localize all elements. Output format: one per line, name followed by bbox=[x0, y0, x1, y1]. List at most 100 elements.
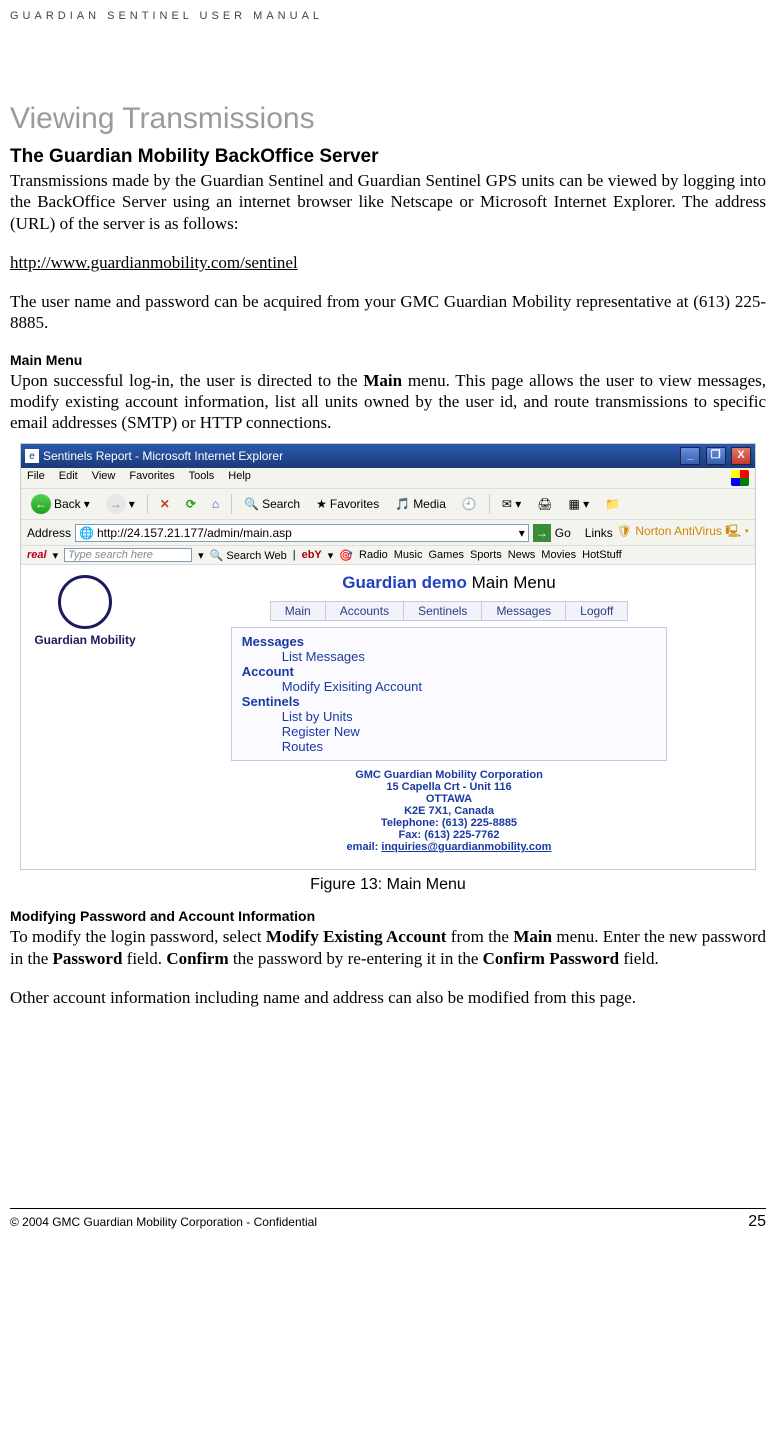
close-button[interactable]: X bbox=[731, 447, 751, 465]
tab-bar: Main Accounts Sentinels Messages Logoff bbox=[270, 601, 629, 621]
toolbar-link[interactable]: ebY bbox=[302, 549, 322, 561]
print-button[interactable]: 🖨 bbox=[533, 496, 556, 512]
menu-favorites[interactable]: Favorites bbox=[129, 470, 174, 486]
text: field. bbox=[122, 949, 166, 968]
forward-button[interactable]: → ▾ bbox=[102, 493, 139, 515]
menu-view[interactable]: View bbox=[92, 470, 116, 486]
search-button[interactable]: 🔍 Search bbox=[240, 496, 304, 512]
links-label[interactable]: Links bbox=[585, 526, 613, 540]
spacer bbox=[10, 234, 766, 252]
forward-arrow-icon: → bbox=[106, 494, 126, 514]
real-search-input[interactable]: Type search here bbox=[64, 548, 192, 562]
back-label: Back bbox=[54, 497, 81, 511]
bold-text: Confirm Password bbox=[483, 949, 619, 968]
norton-text: Norton AntiVirus bbox=[635, 524, 722, 538]
chevron-down-icon[interactable]: ▾ bbox=[53, 549, 59, 562]
tab-sentinels[interactable]: Sentinels bbox=[404, 602, 482, 620]
address-input[interactable]: 🌐 http://24.157.21.177/admin/main.asp ▾ bbox=[75, 524, 529, 542]
chevron-down-icon[interactable]: ▾ bbox=[198, 549, 204, 562]
window-title: Sentinels Report - Microsoft Internet Ex… bbox=[43, 449, 283, 463]
menu-item-register-new[interactable]: Register New bbox=[282, 724, 656, 739]
menu-edit[interactable]: Edit bbox=[59, 470, 78, 486]
media-button[interactable]: 🎵 Media bbox=[391, 496, 450, 512]
chevron-down-icon: ▾ bbox=[84, 497, 90, 511]
real-logo: real bbox=[27, 549, 47, 561]
address-value: http://24.157.21.177/admin/main.asp bbox=[97, 526, 292, 540]
guardian-logo-icon bbox=[58, 575, 112, 629]
footer-email-link[interactable]: inquiries@guardianmobility.com bbox=[381, 841, 551, 853]
tab-accounts[interactable]: Accounts bbox=[326, 602, 404, 620]
paragraph: http://www.guardianmobility.com/sentinel bbox=[10, 252, 766, 273]
ie-icon: e bbox=[25, 449, 39, 463]
document-page: GUARDIAN SENTINEL USER MANUAL Viewing Tr… bbox=[0, 0, 776, 1455]
toolbar-link[interactable]: Sports bbox=[470, 549, 502, 561]
toolbar-link[interactable]: Movies bbox=[541, 549, 576, 561]
backoffice-url-link[interactable]: http://www.guardianmobility.com/sentinel bbox=[10, 253, 298, 272]
menu-category: Messages bbox=[242, 634, 656, 649]
footer-line: Fax: (613) 225-7762 bbox=[153, 829, 745, 841]
folder-button[interactable]: 📁 bbox=[601, 496, 624, 512]
menu-file[interactable]: File bbox=[27, 470, 45, 486]
favorites-button[interactable]: ★ Favorites bbox=[312, 496, 383, 512]
toolbar-link[interactable]: HotStuff bbox=[582, 549, 622, 561]
page-icon: 🌐 bbox=[79, 526, 94, 540]
edit-button[interactable]: ▦ ▾ bbox=[564, 496, 593, 512]
stop-button[interactable]: ✕ bbox=[156, 496, 174, 512]
go-button[interactable]: → bbox=[533, 524, 551, 542]
company-footer: GMC Guardian Mobility Corporation 15 Cap… bbox=[153, 761, 745, 861]
real-search-web-label: Search Web bbox=[226, 550, 286, 562]
home-button[interactable]: ⌂ bbox=[208, 496, 223, 512]
norton-label: 🛡 Norton AntiVirus 🖳 ▾ bbox=[617, 522, 749, 543]
toolbar-button[interactable]: 🎯 bbox=[339, 549, 353, 562]
toolbar-link[interactable]: News bbox=[508, 549, 536, 561]
menu-category: Sentinels bbox=[242, 694, 656, 709]
menu-item-routes[interactable]: Routes bbox=[282, 739, 656, 754]
real-toolbar: real ▾ Type search here ▾ 🔍 Search Web |… bbox=[21, 546, 755, 565]
address-bar: Address 🌐 http://24.157.21.177/admin/mai… bbox=[21, 520, 755, 546]
text: the password by re-entering it in the bbox=[229, 949, 483, 968]
separator bbox=[147, 494, 148, 514]
spacer bbox=[10, 969, 766, 987]
page-heading: Guardian demo Main Menu bbox=[153, 573, 745, 593]
separator bbox=[489, 494, 490, 514]
text: To modify the login password, select bbox=[10, 927, 266, 946]
tab-messages[interactable]: Messages bbox=[482, 602, 566, 620]
history-button[interactable]: 🕘 bbox=[458, 496, 481, 512]
tab-main[interactable]: Main bbox=[271, 602, 326, 620]
section-heading-backoffice: The Guardian Mobility BackOffice Server bbox=[10, 146, 766, 168]
footer-line: Telephone: (613) 225-8885 bbox=[153, 817, 745, 829]
paragraph: To modify the login password, select Mod… bbox=[10, 926, 766, 969]
minimize-button[interactable]: _ bbox=[680, 447, 700, 465]
media-label: Media bbox=[413, 497, 446, 511]
toolbar-link[interactable]: Music bbox=[394, 549, 423, 561]
subsection-heading-modify: Modifying Password and Account Informati… bbox=[10, 908, 766, 924]
paragraph: The user name and password can be acquir… bbox=[10, 291, 766, 334]
menu-item-list-units[interactable]: List by Units bbox=[282, 709, 656, 724]
page-heading-demo: Guardian demo bbox=[342, 573, 467, 592]
real-search-web[interactable]: 🔍 Search Web bbox=[210, 549, 287, 562]
refresh-button[interactable]: ⟳ bbox=[182, 496, 200, 512]
footer-line: K2E 7X1, Canada bbox=[153, 805, 745, 817]
text: from the bbox=[446, 927, 513, 946]
figure-caption: Figure 13: Main Menu bbox=[10, 876, 766, 894]
menu-item-list-messages[interactable]: List Messages bbox=[282, 649, 656, 664]
chevron-down-icon[interactable]: ▾ bbox=[519, 526, 525, 540]
separator: | bbox=[293, 549, 296, 561]
menu-help[interactable]: Help bbox=[228, 470, 251, 486]
back-button[interactable]: ←Back ▾ bbox=[27, 493, 94, 515]
maximize-button[interactable]: ❐ bbox=[706, 447, 726, 465]
go-label: Go bbox=[555, 526, 571, 540]
page-body: Guardian Mobility Guardian demo Main Men… bbox=[21, 565, 755, 869]
tab-logoff[interactable]: Logoff bbox=[566, 602, 627, 620]
spacer bbox=[10, 334, 766, 352]
menu-tools[interactable]: Tools bbox=[189, 470, 215, 486]
page-title: Viewing Transmissions bbox=[10, 102, 766, 136]
toolbar-link[interactable]: Radio bbox=[359, 549, 388, 561]
mail-button[interactable]: ✉ ▾ bbox=[498, 496, 525, 512]
menu-item-modify-account[interactable]: Modify Exisiting Account bbox=[282, 679, 656, 694]
paragraph: Upon successful log-in, the user is dire… bbox=[10, 370, 766, 434]
footer-line: 15 Capella Crt - Unit 116 bbox=[153, 781, 745, 793]
back-arrow-icon: ← bbox=[31, 494, 51, 514]
nav-toolbar: ←Back ▾ → ▾ ✕ ⟳ ⌂ 🔍 Search ★ Favorites 🎵… bbox=[21, 488, 755, 520]
toolbar-link[interactable]: Games bbox=[429, 549, 464, 561]
